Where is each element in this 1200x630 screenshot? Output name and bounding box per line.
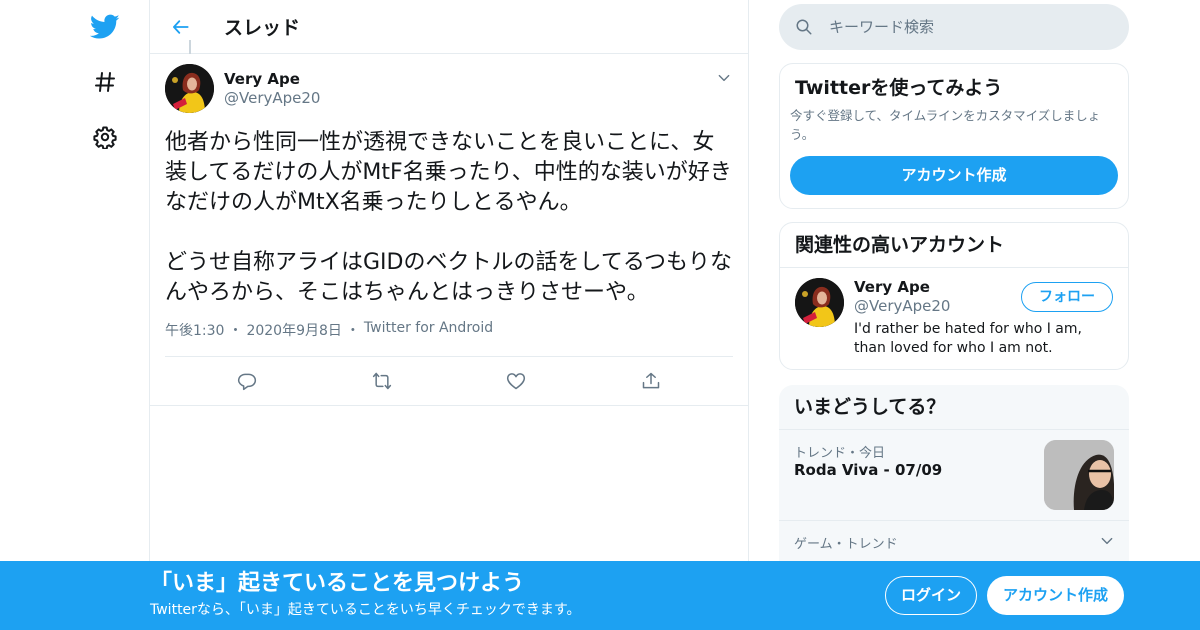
related-user-row[interactable]: Very Ape @VeryApe20 フォロー I'd rather be h… [780,268,1128,369]
create-account-button[interactable]: アカウント作成 [790,156,1118,195]
signup-banner: 「いま」起きていることを見つけよう Twitterなら、「いま」起きていることを… [0,561,1200,630]
tweet-actions [165,357,733,405]
hashtag-icon[interactable] [88,65,122,99]
banner-subtitle: Twitterなら、「いま」起きていることをいち早くチェックできます。 [150,602,581,618]
meta-separator: ・ [345,323,360,339]
signup-button[interactable]: アカウント作成 [987,576,1124,615]
page-title: スレッド [224,17,301,39]
reply-button[interactable] [227,361,267,401]
related-accounts-title: 関連性の高いアカウント [780,223,1128,268]
handle[interactable]: @VeryApe20 [854,297,950,316]
display-name[interactable]: Very Ape [224,70,320,89]
tweet-time[interactable]: 午後1:30 [165,320,224,340]
trend-name: Roda Viva - 07/09 [794,461,943,479]
handle[interactable]: @VeryApe20 [224,89,320,108]
chevron-down-icon [718,74,730,82]
share-icon [642,372,659,389]
signup-card-title: Twitterを使ってみよう [795,77,1003,99]
search-input[interactable] [829,18,1099,36]
retweet-button[interactable] [362,361,402,401]
login-button[interactable]: ログイン [885,576,977,615]
chevron-down-icon[interactable] [1100,533,1114,552]
divider [150,405,748,406]
trend-item[interactable]: トレンド・今日 Roda Viva - 07/09 [779,430,1129,521]
tweet-menu-button[interactable] [714,68,734,88]
tweet-text: 他者から性同一性が透視できないことを良いことに、女装してるだけの人がMtF名乗っ… [165,130,732,305]
user-bio: I'd rather be hated for who I am, than l… [854,321,1082,356]
main-column: スレッド Very Ape @VeryApe20 他者から性同一性が透視できない… [149,0,749,630]
signup-card-subtitle: 今すぐ登録して、タイムラインをカスタマイズしましょう。 [790,108,1101,142]
trend-meta: ゲーム・トレンド [794,537,898,552]
follow-button[interactable]: フォロー [1021,282,1113,312]
signup-card: Twitterを使ってみよう 今すぐ登録して、タイムラインをカスタマイズしましょ… [779,63,1129,209]
avatar[interactable] [795,278,844,327]
back-button[interactable] [164,10,198,44]
trends-card: いまどうしてる？ トレンド・今日 Roda Viva - 07/09 ゲーム・ト… [779,385,1129,585]
page-header: スレッド [150,0,748,54]
retweet-icon [372,372,391,390]
tweet: Very Ape @VeryApe20 他者から性同一性が透視できないことを良い… [150,54,748,406]
tweet-date[interactable]: 2020年9月8日 [246,320,341,340]
meta-separator: ・ [228,323,243,339]
thread-line [189,40,191,54]
search-bar [779,4,1129,50]
tweet-source[interactable]: Twitter for Android [364,320,493,340]
trend-item[interactable]: ゲーム・トレンド [779,521,1129,561]
like-button[interactable] [496,361,536,401]
banner-title: 「いま」起きていることを見つけよう [150,571,525,596]
gear-icon[interactable] [88,120,122,154]
trend-thumbnail [1044,440,1114,510]
left-navigation [0,0,150,630]
arrow-left-icon [173,19,189,34]
tweet-meta: 午後1:30 ・ 2020年9月8日 ・ Twitter for Android [165,320,733,340]
trends-title: いまどうしてる？ [779,385,1129,430]
trend-meta: トレンド・今日 [794,446,886,461]
related-accounts-card: 関連性の高いアカウント Very Ape @VeryApe20 フォロー I'd… [779,222,1129,370]
search-icon [795,17,815,37]
twitter-logo-icon[interactable] [88,10,122,44]
share-button[interactable] [631,361,671,401]
right-sidebar: Twitterを使ってみよう 今すぐ登録して、タイムラインをカスタマイズしましょ… [779,0,1129,585]
reply-icon [238,373,257,391]
heart-icon [507,373,526,390]
display-name[interactable]: Very Ape [854,278,950,297]
avatar[interactable] [165,64,214,113]
